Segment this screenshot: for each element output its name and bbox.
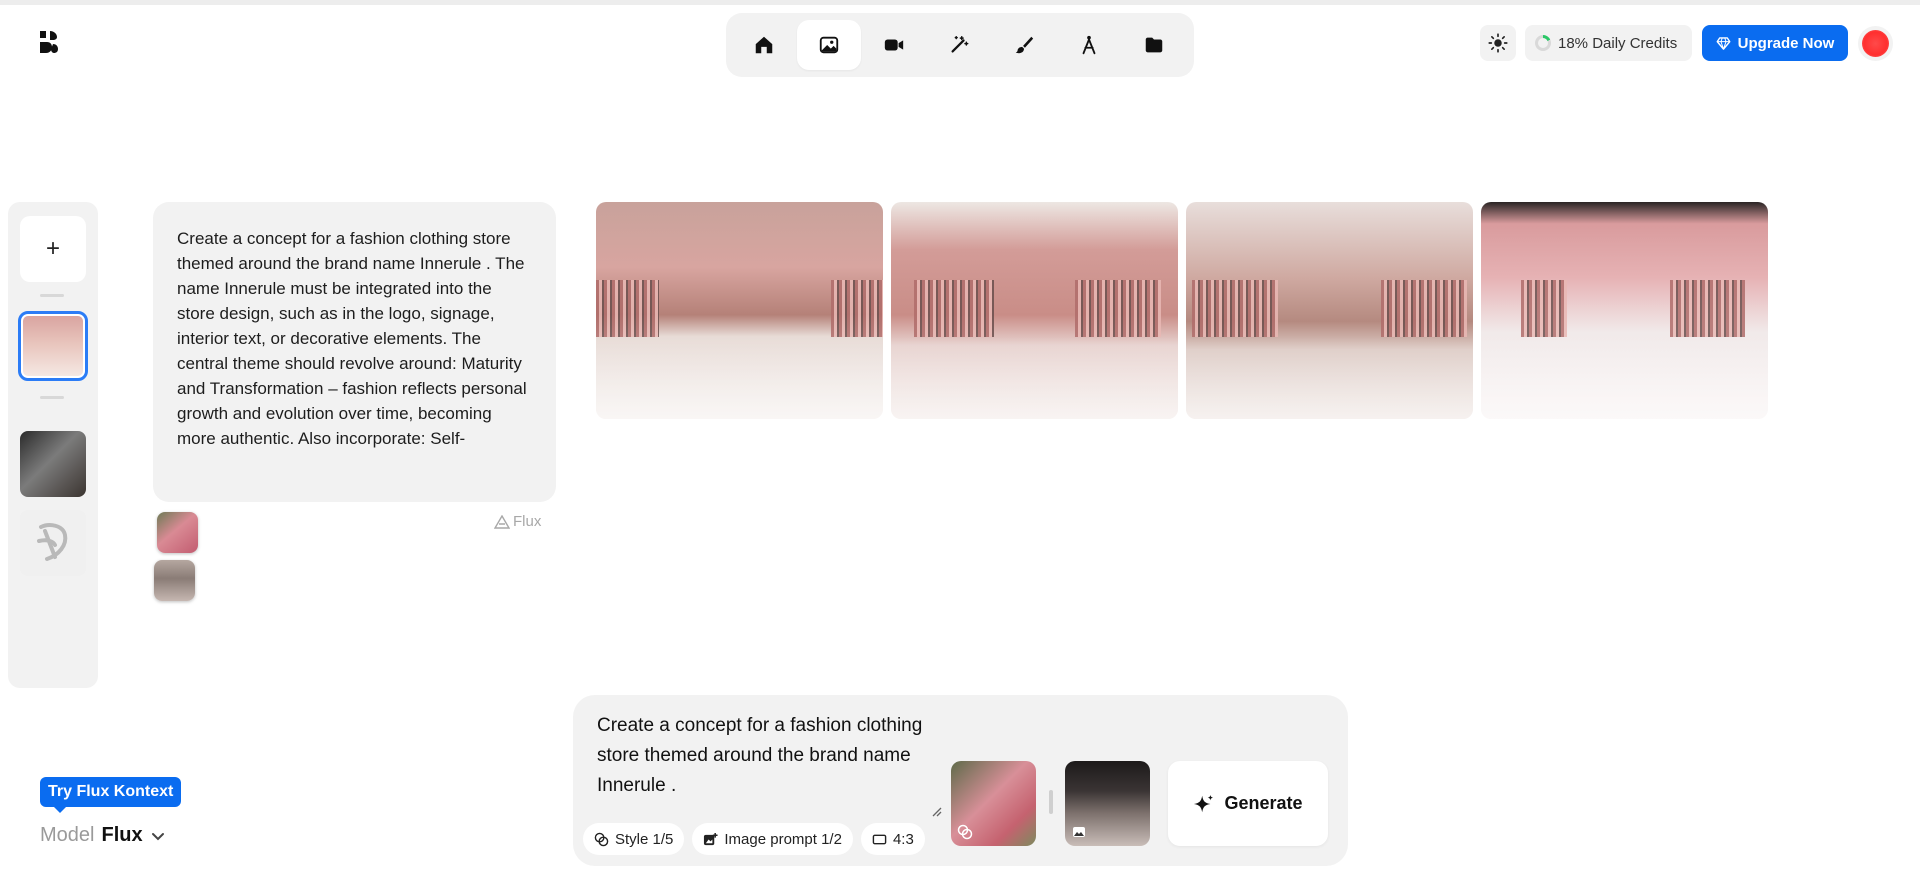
- floor-reflection: [596, 336, 883, 419]
- aspect-ratio-chip-label: 4:3: [892, 830, 914, 848]
- reference-image-prompt[interactable]: [154, 560, 195, 601]
- diamond-icon: [1716, 36, 1731, 50]
- upgrade-button[interactable]: Upgrade Now: [1702, 25, 1848, 61]
- clothing-rack: [913, 280, 995, 337]
- flux-icon: [494, 514, 510, 529]
- chevron-down-icon: [151, 832, 164, 840]
- brush-icon: [1015, 36, 1034, 54]
- tab-image[interactable]: [797, 20, 861, 70]
- credits-label: 18% Daily Credits: [1558, 34, 1678, 52]
- aspect-ratio-icon: [872, 834, 887, 844]
- sparkle-icon: [1194, 794, 1214, 812]
- style-reference-slot[interactable]: [951, 761, 1036, 846]
- tab-design[interactable]: [1057, 20, 1121, 70]
- clothing-rack: [596, 280, 660, 337]
- history-item-store-concept[interactable]: [18, 311, 88, 381]
- avatar-image: [1862, 30, 1889, 57]
- style-chip-label: Style 1/5: [615, 830, 674, 848]
- prompt-message: Create a concept for a fashion clothing …: [153, 202, 556, 502]
- theme-toggle-button[interactable]: [1480, 25, 1516, 61]
- result-image-4[interactable]: [1481, 202, 1768, 419]
- daily-credits-indicator[interactable]: 18% Daily Credits: [1525, 25, 1692, 61]
- image-prompt-slot[interactable]: [1065, 761, 1150, 846]
- model-selector-value: Flux: [101, 824, 143, 846]
- floor-reflection: [891, 336, 1178, 419]
- result-image-2[interactable]: [891, 202, 1178, 419]
- floor-reflection: [1481, 336, 1768, 419]
- clothing-rack: [1670, 280, 1746, 337]
- video-icon: [884, 39, 904, 51]
- model-selector-label: Model: [40, 824, 95, 846]
- home-icon: [755, 36, 773, 54]
- model-selector[interactable]: Model Flux: [40, 824, 166, 847]
- folder-icon: [1145, 37, 1163, 53]
- slot-divider: [1049, 790, 1053, 814]
- history-item-dark-fashion[interactable]: [20, 431, 86, 497]
- floor-reflection: [1186, 336, 1473, 419]
- magic-wand-icon: [951, 36, 969, 53]
- clothing-rack: [1381, 280, 1468, 337]
- prompt-input[interactable]: Create a concept for a fashion clothing …: [597, 711, 929, 801]
- tab-enhance[interactable]: [927, 20, 991, 70]
- sun-icon: [1488, 33, 1508, 53]
- resize-handle-icon[interactable]: [930, 805, 942, 817]
- image-prompt-chip-label: Image prompt 1/2: [724, 830, 842, 848]
- image-add-icon: [704, 832, 718, 845]
- rail-divider: [40, 396, 64, 399]
- tab-video[interactable]: [862, 20, 926, 70]
- mode-toolbar: [726, 13, 1194, 77]
- clothing-rack: [1191, 280, 1278, 337]
- clothing-rack: [1521, 280, 1568, 337]
- user-avatar[interactable]: [1858, 26, 1893, 61]
- tab-edit[interactable]: [992, 20, 1056, 70]
- generate-button[interactable]: Generate: [1168, 761, 1328, 846]
- result-image-3[interactable]: [1186, 202, 1473, 419]
- try-flux-kontext-badge[interactable]: Try Flux Kontext: [40, 777, 182, 813]
- style-chip[interactable]: Style 1/5: [583, 823, 685, 855]
- prompt-options: Style 1/5 Image prompt 1/2 4:3: [583, 823, 925, 855]
- style-icon: [594, 832, 609, 846]
- generate-label: Generate: [1224, 793, 1303, 813]
- clothing-rack: [831, 280, 883, 337]
- prompt-text: Create a concept for a fashion clothing …: [177, 229, 527, 448]
- app-logo-icon[interactable]: [36, 29, 62, 55]
- result-image-1[interactable]: [596, 202, 883, 419]
- upgrade-label: Upgrade Now: [1737, 34, 1835, 52]
- reference-image-style[interactable]: [157, 512, 198, 553]
- image-icon: [819, 36, 839, 54]
- tab-home[interactable]: [732, 20, 796, 70]
- clothing-rack: [1074, 280, 1161, 337]
- history-item-logo-mark[interactable]: [20, 510, 86, 576]
- compass-icon: [1082, 35, 1096, 55]
- aspect-ratio-chip[interactable]: 4:3: [860, 823, 925, 855]
- image-prompt-chip[interactable]: Image prompt 1/2: [692, 823, 853, 855]
- history-rail: +: [8, 202, 98, 688]
- credits-progress-ring: [1535, 35, 1551, 51]
- new-generation-button[interactable]: +: [20, 216, 86, 282]
- image-icon: [1073, 827, 1085, 837]
- tab-assets[interactable]: [1122, 20, 1186, 70]
- rail-divider: [40, 294, 64, 297]
- prompt-composer: Create a concept for a fashion clothing …: [573, 695, 1348, 866]
- logo-mark-icon: [37, 523, 68, 561]
- message-model-tag: Flux: [494, 513, 541, 530]
- style-icon: [957, 824, 973, 840]
- message-model-label: Flux: [513, 513, 542, 530]
